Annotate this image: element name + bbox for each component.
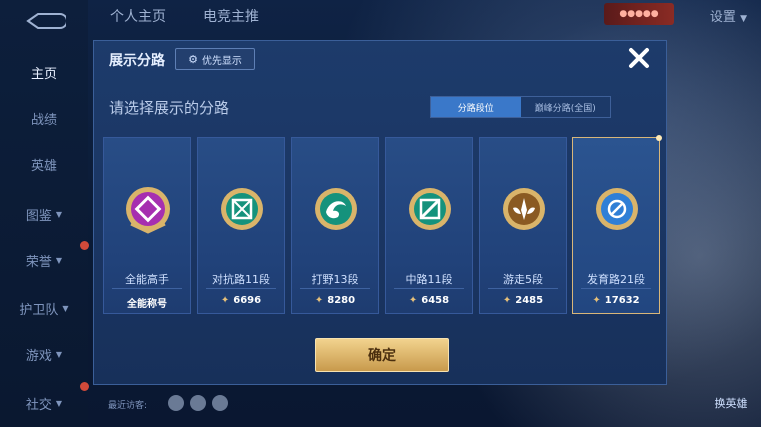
score-icon: ✦	[408, 295, 418, 306]
card-label: 对抗路11段	[212, 273, 270, 286]
divider	[581, 288, 651, 289]
card-label: 游走5段	[503, 273, 543, 286]
tab-esports[interactable]: 电竞主推	[203, 6, 259, 26]
nav-honor-label: 荣誉	[25, 254, 52, 270]
chevron-down-icon: ▼	[55, 209, 63, 219]
switch-hero-button[interactable]: 换英雄	[707, 395, 755, 425]
card-score: ✦ 6696	[198, 295, 284, 306]
event-badge-icon: ●●●●●	[619, 9, 659, 19]
dialog-title: 展示分路	[109, 53, 165, 69]
score-value: 2485	[515, 295, 544, 306]
mid-lane-emblem-icon	[409, 188, 451, 230]
close-icon[interactable]	[624, 43, 654, 73]
card-score: ✦ 17632	[573, 295, 659, 306]
score-value: 17632	[604, 295, 640, 306]
chevron-down-icon: ▼	[55, 255, 63, 265]
card-score: ✦ 8280	[292, 295, 378, 306]
lane-card-mid[interactable]: 中路11段 ✦ 6458	[385, 137, 473, 314]
score-value: 8280	[327, 295, 356, 306]
score-icon: ✦	[592, 295, 601, 306]
jungle-emblem-icon	[315, 188, 357, 230]
chevron-down-icon: ▼	[62, 303, 69, 313]
divider	[488, 288, 558, 289]
nav-social[interactable]: 社交 ▼	[0, 383, 88, 423]
tab-lane-rank[interactable]: 分路段位	[431, 97, 521, 117]
lane-card-farm[interactable]: 发育路21段 ✦ 17632	[572, 135, 662, 314]
card-score: ✦ 6458	[386, 295, 472, 306]
nav-guard-team[interactable]: 护卫队 ▼	[0, 288, 88, 328]
lane-card-jungle[interactable]: 打野13段 ✦ 8280	[291, 137, 379, 314]
lane-card-roam[interactable]: 游走5段 ✦ 2485	[479, 137, 567, 314]
nav-home[interactable]: 主页	[0, 52, 88, 92]
nav-record[interactable]: 战绩	[0, 98, 88, 138]
farm-lane-emblem-icon	[596, 188, 638, 230]
score-icon: ✦	[314, 295, 324, 306]
score-icon: ✦	[502, 295, 512, 306]
score-value: 6458	[421, 295, 450, 306]
selected-marker	[656, 135, 662, 141]
notification-dot	[80, 382, 89, 391]
visitor-avatar[interactable]	[212, 395, 228, 411]
nav-guard-label: 护卫队	[19, 302, 59, 318]
settings-label: 设置	[709, 10, 736, 25]
left-nav: 主页 战绩 英雄 图鉴 ▼ 荣誉 ▼ 护卫队 ▼ 游戏 ▼ 社交 ▼	[0, 0, 89, 427]
lane-card-clash[interactable]: 对抗路11段 ✦ 6696	[197, 137, 285, 314]
chevron-down-icon: ▼	[55, 398, 63, 408]
chevron-down-icon: ▼	[55, 349, 63, 359]
recent-visitors-label: 最近访客:	[108, 401, 148, 411]
event-badge[interactable]: ●●●●●	[604, 3, 674, 25]
allround-emblem-icon	[126, 187, 170, 234]
visitor-avatar[interactable]	[168, 395, 184, 411]
priority-label: 优先显示	[201, 55, 242, 67]
card-score: ✦ 2485	[480, 295, 566, 306]
roam-emblem-icon	[503, 188, 545, 230]
gear-icon: ⚙	[188, 52, 198, 66]
nav-heroes[interactable]: 英雄	[0, 144, 88, 184]
back-icon[interactable]	[22, 12, 66, 30]
priority-display-button[interactable]: ⚙ 优先显示	[175, 48, 255, 70]
card-label: 发育路21段	[587, 273, 645, 286]
lane-display-dialog: 展示分路 ⚙ 优先显示 请选择展示的分路 分路段位 巅峰分路(全国) 全能高手 …	[93, 40, 667, 385]
divider	[112, 288, 182, 289]
card-title-text: 全能称号	[127, 299, 167, 310]
tab-profile[interactable]: 个人主页	[110, 6, 166, 26]
nav-social-label: 社交	[25, 397, 52, 413]
nav-honor[interactable]: 荣誉 ▼	[0, 240, 88, 280]
divider	[206, 288, 276, 289]
dialog-subtitle: 请选择展示的分路	[109, 99, 230, 117]
clash-lane-emblem-icon	[221, 188, 263, 230]
nav-atlas-label: 图鉴	[25, 208, 52, 224]
card-label: 全能高手	[125, 273, 169, 286]
nav-games-label: 游戏	[25, 348, 52, 364]
score-value: 6696	[233, 295, 262, 306]
divider	[394, 288, 464, 289]
score-icon: ✦	[220, 295, 230, 306]
visitor-avatar[interactable]	[190, 395, 206, 411]
notification-dot	[80, 241, 89, 250]
nav-games[interactable]: 游戏 ▼	[0, 334, 88, 374]
confirm-button[interactable]: 确定	[315, 338, 449, 372]
tab-peak-lane[interactable]: 巅峰分路(全国)	[521, 97, 611, 117]
card-label: 中路11段	[405, 273, 453, 286]
lane-card-allround[interactable]: 全能高手 全能称号	[103, 137, 191, 314]
card-label: 打野13段	[311, 273, 359, 286]
lane-mode-toggle: 分路段位 巅峰分路(全国)	[430, 96, 611, 118]
settings-button[interactable]: 设置 ▼	[710, 6, 747, 25]
divider	[300, 288, 370, 289]
nav-atlas[interactable]: 图鉴 ▼	[0, 194, 88, 234]
chevron-down-icon: ▼	[740, 14, 747, 24]
